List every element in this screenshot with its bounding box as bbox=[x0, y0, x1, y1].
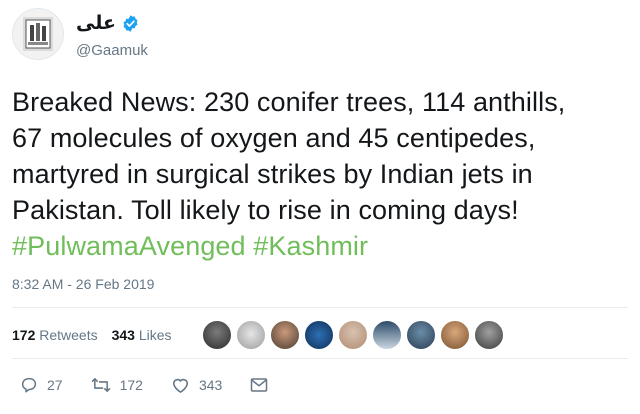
liker-avatar[interactable] bbox=[440, 320, 470, 350]
tweet-text: Breaked News: 230 conifer trees, 114 ant… bbox=[12, 84, 632, 264]
liker-avatars bbox=[202, 320, 508, 350]
verified-badge-icon bbox=[123, 15, 138, 32]
hashtag-link[interactable]: #Kashmir bbox=[253, 231, 368, 261]
likes-label: Likes bbox=[138, 327, 172, 343]
retweets-stat[interactable]: 172 Retweets bbox=[12, 327, 98, 343]
liker-avatar[interactable] bbox=[474, 320, 504, 350]
liker-avatar[interactable] bbox=[236, 320, 266, 350]
hashtag-line: #PulwamaAvenged #Kashmir bbox=[12, 228, 632, 264]
tweet-line: 67 molecules of oxygen and 45 centipedes… bbox=[12, 123, 536, 153]
like-count: 343 bbox=[198, 377, 223, 393]
reply-count: 27 bbox=[47, 377, 63, 393]
user-handle[interactable]: @Gaamuk bbox=[76, 42, 148, 59]
liker-avatar[interactable] bbox=[304, 320, 334, 350]
retweets-count: 172 bbox=[12, 327, 36, 343]
display-name[interactable]: علی bbox=[76, 12, 116, 35]
tweet-line: martyred in surgical strikes by Indian j… bbox=[12, 159, 533, 189]
likes-count: 343 bbox=[111, 327, 135, 343]
reply-button[interactable]: 27 bbox=[20, 376, 63, 394]
tweet-actions: 27 172 343 bbox=[20, 376, 296, 394]
liker-avatar[interactable] bbox=[202, 320, 232, 350]
retweets-label: Retweets bbox=[39, 327, 98, 343]
liker-avatar[interactable] bbox=[406, 320, 436, 350]
envelope-icon bbox=[251, 378, 268, 392]
name-row: علی bbox=[76, 12, 140, 35]
tweet-line: Breaked News: 230 conifer trees, 114 ant… bbox=[12, 87, 566, 117]
direct-message-button[interactable] bbox=[250, 377, 268, 393]
tweet-line: Pakistan. Toll likely to rise in coming … bbox=[12, 195, 519, 225]
retweet-count: 172 bbox=[119, 377, 143, 393]
engagement-stats: 172 Retweets 343 Likes bbox=[12, 327, 172, 343]
retweet-button[interactable]: 172 bbox=[91, 376, 143, 394]
avatar[interactable] bbox=[12, 8, 64, 60]
liker-avatar[interactable] bbox=[338, 320, 368, 350]
avatar-image bbox=[23, 17, 53, 51]
tweet-timestamp[interactable]: 8:32 AM - 26 Feb 2019 bbox=[12, 276, 154, 292]
liker-avatar[interactable] bbox=[372, 320, 402, 350]
divider bbox=[12, 358, 628, 359]
hashtag-link[interactable]: #PulwamaAvenged bbox=[12, 231, 246, 261]
divider bbox=[12, 307, 628, 308]
like-button[interactable]: 343 bbox=[171, 376, 222, 394]
liker-avatar[interactable] bbox=[270, 320, 300, 350]
reply-icon bbox=[21, 377, 37, 393]
heart-icon bbox=[172, 378, 188, 393]
retweet-icon bbox=[91, 378, 110, 392]
likes-stat[interactable]: 343 Likes bbox=[112, 327, 172, 343]
